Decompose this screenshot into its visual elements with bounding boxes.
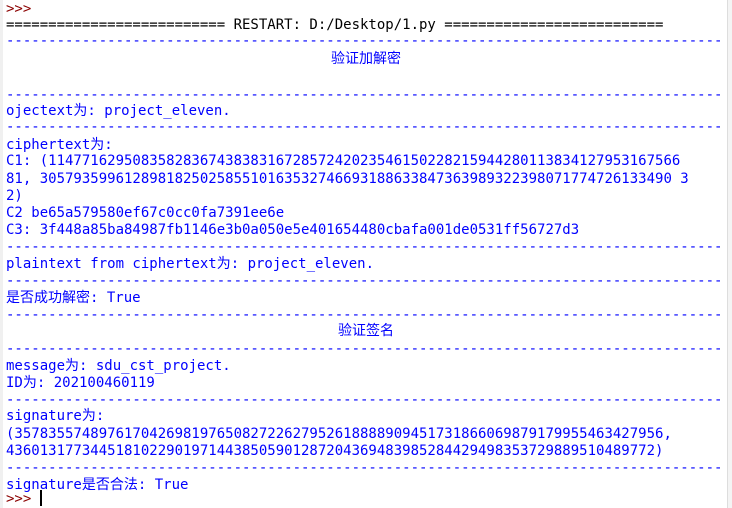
ciphertext-c1-line-2: 81, 305793599612898182502585510163532746…: [6, 171, 689, 187]
ciphertext-c1-line-1: C1: (11477162950835828367438383167285724…: [6, 153, 681, 169]
decrypt-success-output: 是否成功解密: True: [6, 290, 141, 306]
ciphertext-c3: C3: 3f448a85ba84987fb1146e3b0a050e5e4016…: [6, 222, 580, 238]
signature-line-1: (357835574897617042698197650827226279526…: [6, 426, 672, 442]
decrypted-plaintext-output: plaintext from ciphertext为: project_elev…: [6, 256, 375, 272]
python-shell-window[interactable]: >>> ========================== RESTART: …: [0, 0, 732, 508]
separator-line: ----------------------------------------…: [6, 341, 723, 357]
signature-line-2: 4360131773445181022901971443850590128720…: [6, 443, 664, 459]
separator-line: ----------------------------------------…: [6, 239, 723, 255]
signature-label: signature为:: [6, 408, 105, 424]
shell-gutter: [0, 0, 3, 508]
section-title-signature: 验证签名: [338, 323, 394, 339]
section-title-encryption: 验证加解密: [331, 51, 401, 67]
ciphertext-c1-line-3: 2): [6, 188, 23, 204]
id-output: ID为: 202100460119: [6, 375, 155, 391]
text-cursor[interactable]: [40, 490, 42, 506]
separator-line: ----------------------------------------…: [6, 33, 723, 49]
message-output: message为: sdu_cst_project.: [6, 358, 231, 374]
separator-line: ----------------------------------------…: [6, 119, 723, 135]
separator-line: ----------------------------------------…: [6, 460, 723, 476]
signature-valid-output: signature是否合法: True: [6, 477, 189, 493]
separator-line: ----------------------------------------…: [6, 392, 723, 408]
input-prompt[interactable]: >>>: [6, 490, 31, 508]
ciphertext-c2: C2 be65a579580ef67c0cc0fa7391ee6e: [6, 205, 285, 221]
separator-line: ----------------------------------------…: [6, 273, 723, 289]
scrollbar-edge[interactable]: [727, 0, 732, 508]
